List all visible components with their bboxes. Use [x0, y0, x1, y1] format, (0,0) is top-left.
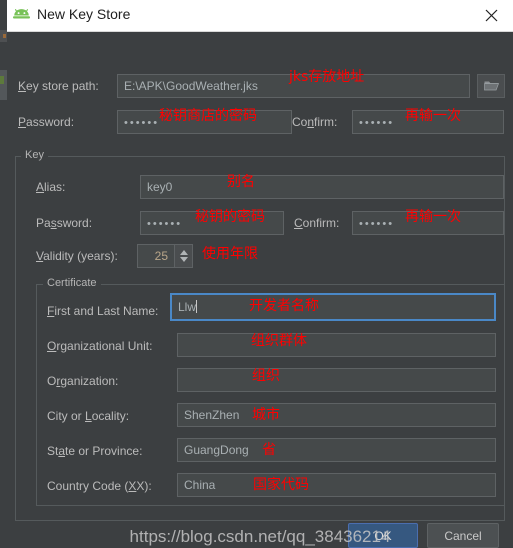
certificate-group-title: Certificate [43, 277, 101, 289]
key-confirm-input[interactable]: •••••• [352, 211, 504, 235]
country-code-value: China [184, 478, 216, 492]
first-last-name-input[interactable]: Llw [170, 293, 496, 321]
close-icon[interactable] [469, 0, 513, 31]
key-confirm-value: •••••• [359, 218, 395, 230]
alias-label: Alias: [36, 180, 65, 194]
key-store-confirm-input[interactable]: •••••• [352, 110, 504, 134]
validity-label: Validity (years): [36, 249, 118, 263]
state-or-province-label: State or Province: [47, 444, 142, 458]
background-window-sliver [0, 30, 7, 529]
key-store-password-value: •••••• [124, 117, 160, 129]
key-password-input[interactable]: •••••• [140, 211, 284, 235]
city-label-rest: ocality: [91, 409, 130, 423]
key-store-password-label: Password: [18, 115, 74, 129]
android-robot-icon [13, 8, 30, 23]
organization-label-rest: ganization: [60, 374, 119, 388]
city-label-pre: City or [47, 409, 86, 423]
key-store-confirm-label: Confirm: [292, 115, 337, 129]
key-store-confirm-value: •••••• [359, 117, 395, 129]
key-store-path-label: Key store path: [18, 79, 99, 93]
spinner-buttons[interactable] [174, 245, 192, 267]
key-confirm-label: Confirm: [294, 216, 339, 230]
first-last-name-label-rest: irst and Last Name: [54, 304, 159, 318]
keystore-password-label-rest: assword: [26, 115, 75, 129]
city-mnemonic: L [85, 409, 92, 423]
key-password-label-post: sword: [56, 216, 93, 230]
state-label-pre: St [47, 444, 59, 458]
city-or-locality-value: ShenZhen [184, 408, 240, 422]
organization-label: Organization: [47, 374, 118, 388]
folder-icon [483, 79, 499, 94]
country-code-label: Country Code (XX): [47, 479, 152, 493]
validity-years-value: 25 [154, 249, 168, 263]
key-store-path-value: E:\APK\GoodWeather.jks [124, 79, 258, 93]
key-password-label-pre: Pa [36, 216, 51, 230]
state-or-province-input[interactable]: GuangDong [177, 438, 496, 462]
first-last-name-value: Llw [178, 300, 197, 314]
validity-years-stepper[interactable]: 25 [137, 244, 193, 268]
keystore-confirm-label-post: firm: [314, 115, 338, 129]
dialog-body: Key store path: E:\APK\GoodWeather.jks j… [7, 32, 513, 548]
organization-input[interactable] [177, 368, 496, 392]
cancel-button-label: Cancel [444, 528, 482, 543]
organizational-unit-label-rest: rganizational Unit: [56, 339, 153, 353]
new-key-store-dialog: New Key Store Key store path: E:\APK\Goo… [7, 0, 513, 548]
country-code-input[interactable]: China [177, 473, 496, 497]
title-bar: New Key Store [7, 0, 513, 32]
key-password-value: •••••• [147, 218, 183, 230]
state-or-province-value: GuangDong [184, 443, 249, 457]
key-store-path-input[interactable]: E:\APK\GoodWeather.jks [117, 74, 470, 98]
ok-button-label: OK [374, 528, 392, 543]
key-password-label: Password: [36, 216, 92, 230]
organizational-unit-mnemonic: O [47, 339, 57, 353]
key-store-password-input[interactable]: •••••• [117, 110, 292, 134]
organization-label-pre: O [47, 374, 57, 388]
keystore-confirm-label-pre: Co [292, 115, 308, 129]
alias-input[interactable]: key0 [140, 175, 504, 199]
organizational-unit-label: Organizational Unit: [47, 339, 152, 353]
key-confirm-mnemonic: C [294, 216, 303, 230]
validity-label-rest: alidity (years): [43, 249, 118, 263]
alias-mnemonic: A [36, 180, 45, 194]
country-label-rest: X): [136, 479, 152, 493]
state-label-rest: te or Province: [65, 444, 143, 458]
alias-label-rest: lias: [44, 180, 66, 194]
spinner-down-icon[interactable] [179, 257, 188, 262]
ok-button[interactable]: OK [348, 523, 418, 548]
bg-sliver-segment [3, 34, 6, 38]
spinner-up-icon[interactable] [179, 250, 188, 255]
window-title: New Key Store [37, 6, 131, 22]
organizational-unit-input[interactable] [177, 333, 496, 357]
key-confirm-label-rest: onfirm: [302, 216, 340, 230]
city-or-locality-label: City or Locality: [47, 409, 129, 423]
cancel-button[interactable]: Cancel [427, 523, 499, 548]
keystore-path-mnemonic: K [18, 79, 27, 93]
alias-value: key0 [147, 180, 173, 194]
bg-sliver-segment [0, 76, 4, 84]
browse-folder-button[interactable] [477, 74, 505, 98]
first-last-name-label: First and Last Name: [47, 304, 158, 318]
country-label-pre: Country Code ( [47, 479, 129, 493]
keystore-password-mnemonic: P [18, 115, 27, 129]
city-or-locality-input[interactable]: ShenZhen [177, 403, 496, 427]
text-caret [196, 300, 198, 313]
key-group-title: Key [21, 149, 48, 161]
keystore-path-label-rest: ey store path: [26, 79, 99, 93]
bg-sliver-segment [0, 70, 7, 100]
